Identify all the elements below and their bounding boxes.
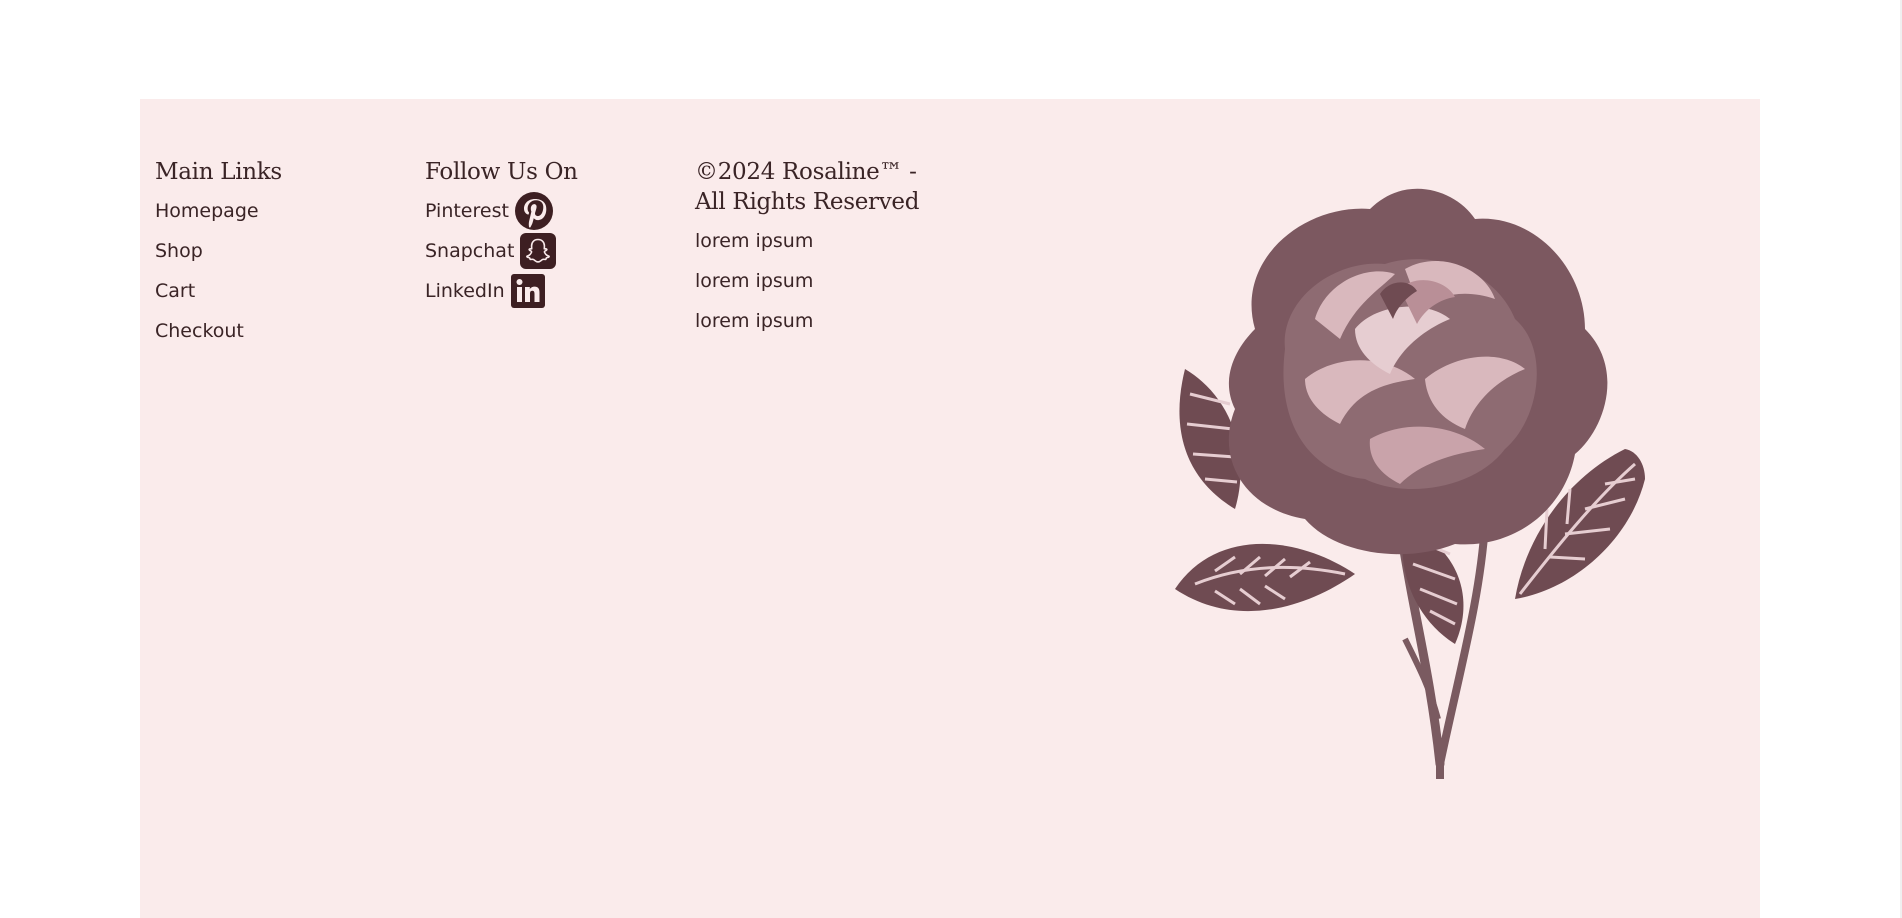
social-label-snapchat: Snapchat: [425, 240, 515, 262]
footer-link-shop[interactable]: Shop: [155, 231, 405, 271]
copyright-text-2: lorem ipsum: [695, 270, 814, 292]
rose-illustration: [1155, 179, 1675, 799]
main-links-heading: Main Links: [155, 159, 282, 185]
site-footer: Main Links Homepage Shop Cart Checkout F…: [140, 99, 1760, 918]
copyright-line-1: ©2024 Rosaline™ -: [695, 159, 917, 185]
snapchat-icon: [519, 232, 557, 270]
social-label-pinterest: Pinterest: [425, 200, 509, 222]
social-link-pinterest[interactable]: Pinterest: [425, 191, 675, 231]
linkedin-icon: [510, 273, 546, 309]
follow-us-column: Follow Us On Pinterest Snapchat LinkedIn: [425, 157, 675, 311]
follow-us-heading: Follow Us On: [425, 159, 578, 185]
social-label-linkedin: LinkedIn: [425, 280, 505, 302]
social-link-linkedin[interactable]: LinkedIn: [425, 271, 675, 311]
copyright-column: ©2024 Rosaline™ - All Rights Reserved lo…: [695, 157, 955, 341]
main-links-column: Main Links Homepage Shop Cart Checkout: [155, 157, 405, 351]
copyright-text-3: lorem ipsum: [695, 310, 814, 332]
footer-link-cart[interactable]: Cart: [155, 271, 405, 311]
footer-link-checkout[interactable]: Checkout: [155, 311, 405, 351]
pinterest-icon: [514, 191, 554, 231]
copyright-text-1: lorem ipsum: [695, 230, 814, 252]
copyright-line-2: All Rights Reserved: [695, 189, 920, 215]
social-link-snapchat[interactable]: Snapchat: [425, 231, 675, 271]
footer-link-homepage[interactable]: Homepage: [155, 191, 405, 231]
copyright-heading: ©2024 Rosaline™ - All Rights Reserved: [695, 157, 955, 217]
